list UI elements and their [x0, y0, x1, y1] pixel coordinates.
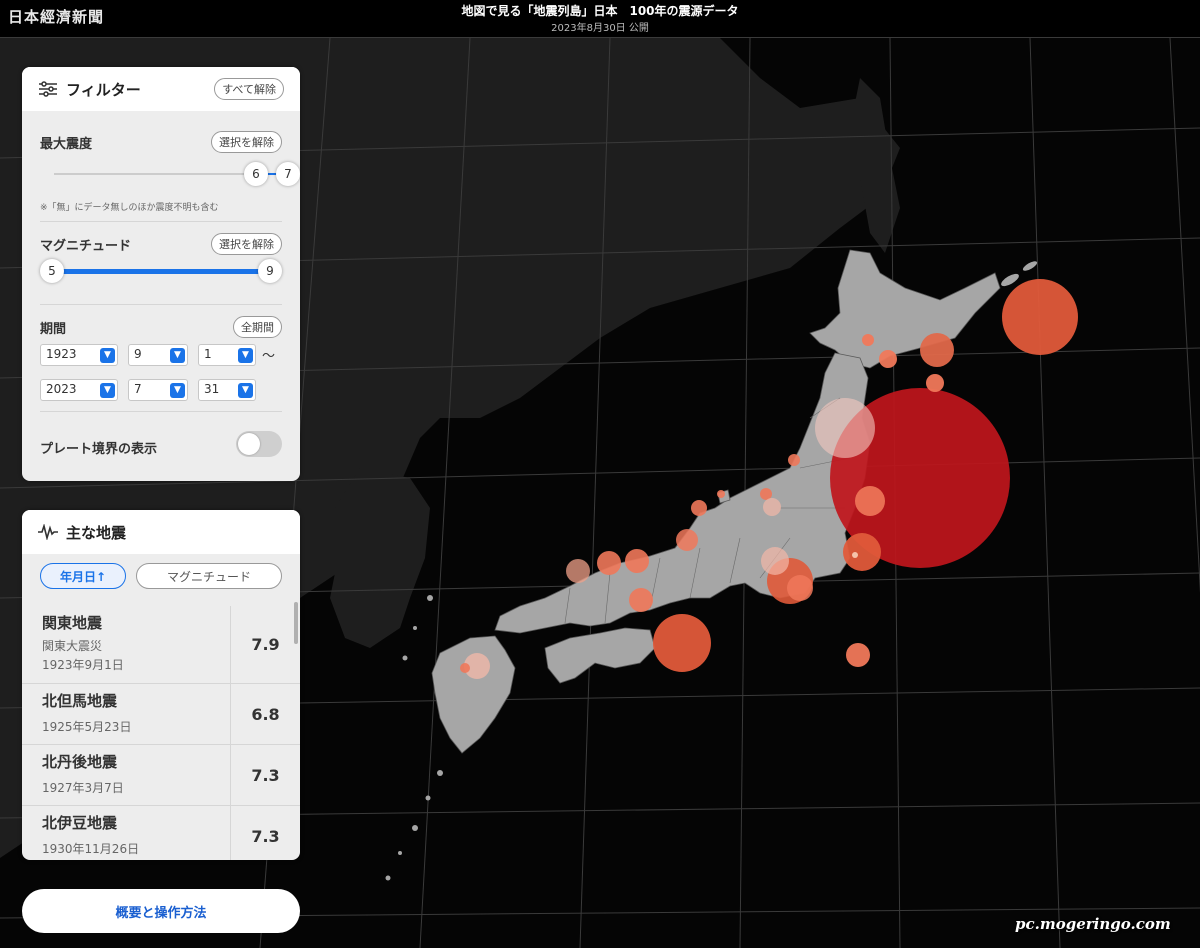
quake-magnitude: 6.8: [230, 684, 300, 744]
intensity-low-handle[interactable]: 6: [244, 162, 268, 186]
quake-name: 関東地震: [42, 614, 103, 632]
quake-date: 1925年5月23日: [42, 720, 132, 734]
sort-by-date-button[interactable]: 年月日↑: [40, 563, 126, 589]
magnitude-clear-button[interactable]: 選択を解除: [211, 233, 282, 255]
chevron-down-icon: ▼: [100, 383, 115, 398]
quake-marker-shimane[interactable]: [566, 559, 590, 583]
quake-magnitude: 7.3: [230, 745, 300, 805]
magnitude-section: マグニチュード 選択を解除 5 9: [40, 222, 282, 305]
filter-sliders-icon: [38, 81, 58, 97]
plate-label: プレート境界の表示: [40, 442, 158, 457]
quakes-title: 主な地震: [66, 523, 127, 542]
quake-marker-hokkaido-east[interactable]: [920, 333, 954, 367]
chevron-down-icon: ▼: [170, 348, 185, 363]
quake-marker-sanriku[interactable]: [926, 374, 944, 392]
intensity-label: 最大震度: [40, 136, 93, 152]
from-year-select[interactable]: 1923 ▼: [40, 344, 118, 366]
quake-list-scrollbar[interactable]: [294, 602, 298, 644]
quake-marker-ibaraki[interactable]: [843, 533, 881, 571]
filter-title: フィルター: [66, 80, 141, 99]
quake-date: 1923年9月1日: [42, 658, 124, 672]
quake-marker-fukuoka[interactable]: [460, 663, 470, 673]
quake-item[interactable]: 北伊豆地震 1930年11月26日 7.3: [22, 806, 300, 860]
plate-toggle[interactable]: [236, 431, 282, 457]
quake-marker-fukui[interactable]: [676, 529, 698, 551]
quake-marker-noto-2[interactable]: [717, 490, 725, 498]
quake-item[interactable]: 関東地震 関東大震災 1923年9月1日 7.9: [22, 606, 300, 684]
period-all-button[interactable]: 全期間: [233, 316, 282, 338]
intensity-clear-button[interactable]: 選択を解除: [211, 131, 282, 153]
quake-marker-okushiri[interactable]: [862, 334, 874, 346]
quake-marker-hachijo[interactable]: [846, 643, 870, 667]
quake-date: 1927年3月7日: [42, 781, 124, 795]
page-title: 地図で見る「地震列島」日本 100年の震源データ: [461, 4, 739, 18]
quake-name: 北伊豆地震: [42, 814, 118, 832]
period-section: 期間 全期間 1923 ▼ 9 ▼ 1 ▼ 〜 2023 ▼ 7 ▼ 31 ▼: [40, 305, 282, 412]
watermark: pc.mogeringo.com: [1015, 915, 1171, 933]
magnitude-label: マグニチュード: [40, 238, 132, 254]
quake-date: 1930年11月26日: [42, 842, 140, 856]
quake-marker-nankai[interactable]: [653, 614, 711, 672]
quake-alias: 関東大震災: [42, 639, 103, 653]
major-quakes-panel: 主な地震 年月日↑ マグニチュード 関東地震 関東大震災 1923年9月1日 7…: [22, 510, 300, 860]
quake-name: 北丹後地震: [42, 753, 118, 771]
to-day-select[interactable]: 31 ▼: [198, 379, 256, 401]
chevron-down-icon: ▼: [100, 348, 115, 363]
quake-list[interactable]: 関東地震 関東大震災 1923年9月1日 7.9 北但馬地震 1925年5月23…: [22, 606, 300, 860]
quake-marker-izu[interactable]: [852, 552, 858, 558]
quake-marker-boso[interactable]: [787, 575, 813, 601]
toggle-knob: [238, 433, 260, 455]
magnitude-low-handle[interactable]: 5: [40, 259, 64, 283]
intensity-high-handle[interactable]: 7: [276, 162, 300, 186]
quake-marker-noto[interactable]: [691, 500, 707, 516]
quake-marker-nagano[interactable]: [763, 498, 781, 516]
quake-marker-kitatango[interactable]: [625, 549, 649, 573]
quake-magnitude: 7.3: [230, 806, 300, 860]
range-tilde: 〜: [262, 349, 276, 364]
intensity-note: ※「無」にデータ無しのほか震度不明も含む: [40, 203, 219, 213]
quake-marker-akita[interactable]: [788, 454, 800, 466]
magnitude-high-handle[interactable]: 9: [258, 259, 282, 283]
sort-by-magnitude-button[interactable]: マグニチュード: [136, 563, 282, 589]
top-bar: 日本經濟新聞 地図で見る「地震列島」日本 100年の震源データ 2023年8月3…: [0, 0, 1200, 38]
quake-name: 北但馬地震: [42, 692, 118, 710]
to-month-select[interactable]: 7 ▼: [128, 379, 188, 401]
publish-date: 2023年8月30日 公開: [551, 23, 649, 34]
to-year-select[interactable]: 2023 ▼: [40, 379, 118, 401]
plate-section: プレート境界の表示: [40, 412, 282, 478]
filter-header: フィルター すべて解除: [22, 67, 300, 111]
quake-marker-miyagi[interactable]: [855, 486, 885, 516]
quake-marker-mikawa[interactable]: [761, 547, 789, 575]
quake-marker-nemuro[interactable]: [879, 350, 897, 368]
chevron-down-icon: ▼: [238, 348, 253, 363]
overview-button[interactable]: 概要と操作方法: [22, 889, 300, 933]
quake-marker-kobe[interactable]: [629, 588, 653, 612]
sort-row: 年月日↑ マグニチュード: [22, 554, 300, 598]
quake-marker-iwate-pale[interactable]: [815, 398, 875, 458]
quake-marker-tottori[interactable]: [597, 551, 621, 575]
from-month-select[interactable]: 9 ▼: [128, 344, 188, 366]
filter-panel: フィルター すべて解除 最大震度 選択を解除 6 7 ※「無」にデータ無しのほか…: [22, 67, 300, 481]
chevron-down-icon: ▼: [170, 383, 185, 398]
quake-marker-kushiro[interactable]: [1002, 279, 1078, 355]
quake-item[interactable]: 北丹後地震 1927年3月7日 7.3: [22, 745, 300, 806]
quakes-header: 主な地震: [22, 510, 300, 554]
intensity-slider-track[interactable]: [54, 173, 254, 175]
clear-all-button[interactable]: すべて解除: [214, 78, 284, 100]
quake-item[interactable]: 北但馬地震 1925年5月23日 6.8: [22, 684, 300, 745]
quake-magnitude: 7.9: [230, 606, 300, 683]
from-day-select[interactable]: 1 ▼: [198, 344, 256, 366]
intensity-section: 最大震度 選択を解除 6 7 ※「無」にデータ無しのほか震度不明も含む: [40, 111, 300, 222]
chevron-down-icon: ▼: [238, 383, 253, 398]
period-label: 期間: [40, 321, 67, 337]
waveform-icon: [38, 523, 58, 542]
magnitude-slider-range[interactable]: [52, 269, 276, 274]
